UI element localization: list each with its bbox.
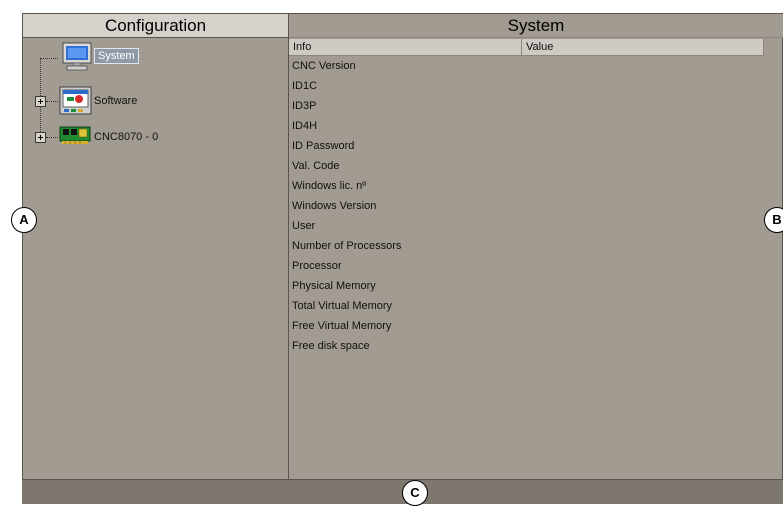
info-cell: Windows Version: [292, 200, 377, 212]
circuit-board-icon: [59, 124, 93, 151]
info-cell: User: [292, 220, 316, 232]
expand-software-icon[interactable]: [35, 96, 46, 107]
table-row[interactable]: Val. Code: [289, 156, 764, 176]
tree-connector: [41, 58, 58, 59]
info-cell: Val. Code: [292, 160, 340, 172]
info-cell: Free disk space: [292, 340, 370, 352]
callout-a: A: [11, 207, 37, 233]
info-cell: Windows lic. nº: [292, 180, 367, 192]
configuration-panel-title: Configuration: [23, 14, 288, 38]
column-header-value[interactable]: Value: [522, 39, 764, 55]
table-row[interactable]: Windows lic. nº: [289, 176, 764, 196]
info-cell: ID1C: [292, 80, 318, 92]
info-cell: Total Virtual Memory: [292, 300, 393, 312]
table-row[interactable]: ID1C: [289, 76, 764, 96]
info-cell: Free Virtual Memory: [292, 320, 392, 332]
table-row[interactable]: Number of Processors: [289, 236, 764, 256]
software-screen-icon: [59, 86, 93, 121]
table-row[interactable]: Free disk space: [289, 336, 764, 356]
tree-item-cnc8070[interactable]: CNC8070 - 0: [94, 131, 158, 143]
tree-item-software[interactable]: Software: [94, 95, 137, 107]
monitor-icon: [60, 42, 94, 77]
info-cell: ID3P: [292, 100, 317, 112]
info-cell: ID4H: [292, 120, 318, 132]
table-row[interactable]: ID3P: [289, 96, 764, 116]
tree-connector: [46, 101, 58, 102]
table-header: Info Value: [289, 39, 764, 56]
table-row[interactable]: Total Virtual Memory: [289, 296, 764, 316]
system-panel: System Info Value CNC Version ID1C ID3P ID4…: [289, 13, 783, 480]
table-row[interactable]: Physical Memory: [289, 276, 764, 296]
callout-c: C: [402, 480, 428, 506]
tree-connector: [46, 137, 58, 138]
info-cell: ID Password: [292, 140, 355, 152]
info-cell: Number of Processors: [292, 240, 402, 252]
configuration-panel: Configuration System Software CNC8070 - …: [22, 13, 289, 480]
tree-item-system[interactable]: System: [94, 48, 139, 64]
table-row[interactable]: Free Virtual Memory: [289, 316, 764, 336]
info-cell: CNC Version: [292, 60, 356, 72]
table-row[interactable]: CNC Version: [289, 56, 764, 76]
expand-cnc-icon[interactable]: [35, 132, 46, 143]
table-row[interactable]: ID Password: [289, 136, 764, 156]
system-panel-title: System: [289, 14, 783, 38]
table-row[interactable]: ID4H: [289, 116, 764, 136]
info-cell: Physical Memory: [292, 280, 376, 292]
table-row[interactable]: Processor: [289, 256, 764, 276]
table-row[interactable]: User: [289, 216, 764, 236]
table-row[interactable]: Windows Version: [289, 196, 764, 216]
configuration-tree: System Software CNC8070 - 0: [23, 38, 288, 478]
callout-b: B: [764, 207, 783, 233]
info-cell: Processor: [292, 260, 342, 272]
column-header-info[interactable]: Info: [289, 39, 522, 55]
